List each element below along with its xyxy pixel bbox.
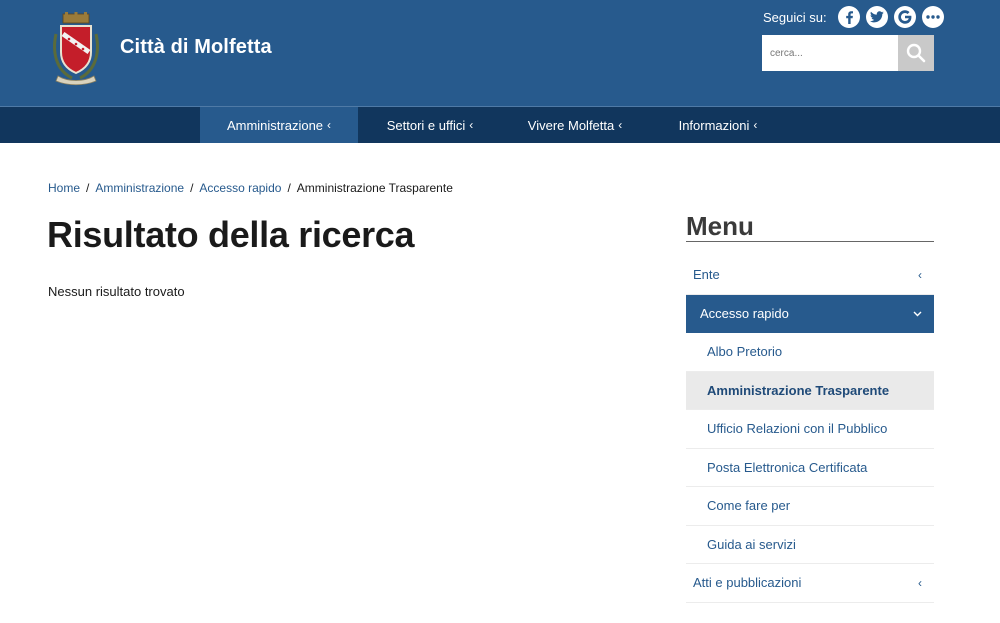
chevron-left-icon: ‹ xyxy=(918,267,922,282)
facebook-icon[interactable] xyxy=(837,6,860,28)
sidebar-item-urp[interactable]: Ufficio Relazioni con il Pubblico xyxy=(686,410,934,449)
sidebar-menu: Ente ‹ Accesso rapido Albo Pretorio Ammi… xyxy=(686,256,934,603)
sidebar-item-label: Ufficio Relazioni con il Pubblico xyxy=(707,421,888,437)
breadcrumb-amministrazione[interactable]: Amministrazione xyxy=(95,181,184,195)
sidebar-item-label: Amministrazione Trasparente xyxy=(707,382,890,398)
sidebar-item-accesso-rapido[interactable]: Accesso rapido xyxy=(686,294,934,333)
nav-item-label: Amministrazione xyxy=(226,117,324,133)
chevron-down-icon xyxy=(913,311,922,317)
social-label: Seguici su: xyxy=(763,9,827,25)
social-links: Seguici su: xyxy=(763,6,944,28)
sidebar-item-label: Albo Pretorio xyxy=(707,344,783,360)
main-nav: Amministrazione ‹ Settori e uffici ‹ Viver… xyxy=(0,106,1000,143)
nav-item-vivere-molfetta[interactable]: Vivere Molfetta ‹ xyxy=(514,107,636,143)
nav-item-label: Settori e uffici xyxy=(386,117,466,133)
nav-item-settori-uffici[interactable]: Settori e uffici ‹ xyxy=(372,107,488,143)
chevron-left-icon: ‹ xyxy=(918,575,922,590)
breadcrumb-separator: / xyxy=(86,181,90,195)
sidebar-item-albo-pretorio[interactable]: Albo Pretorio xyxy=(686,333,934,372)
sidebar-item-label: Accesso rapido xyxy=(700,306,789,322)
breadcrumb: Home / Amministrazione / Accesso rapido … xyxy=(48,181,453,195)
sidebar-item-ente[interactable]: Ente ‹ xyxy=(686,256,934,295)
google-icon[interactable] xyxy=(893,6,916,28)
twitter-icon[interactable] xyxy=(865,6,888,28)
search-input[interactable] xyxy=(762,35,898,71)
chevron-left-icon: ‹ xyxy=(618,118,623,132)
chevron-left-icon: ‹ xyxy=(753,118,758,132)
city-crest-icon[interactable] xyxy=(50,12,102,86)
search-icon xyxy=(906,43,926,63)
search-box xyxy=(762,35,934,71)
sidebar-menu-title: Menu xyxy=(686,211,934,242)
sidebar-item-pec[interactable]: Posta Elettronica Certificata xyxy=(686,449,934,487)
site-header: Città di Molfetta Seguici su: xyxy=(0,0,1000,107)
breadcrumb-separator: / xyxy=(287,181,291,195)
breadcrumb-current: Amministrazione Trasparente xyxy=(296,181,453,195)
sidebar-item-guida-servizi[interactable]: Guida ai servizi xyxy=(686,526,934,564)
nav-item-label: Vivere Molfetta xyxy=(527,117,615,133)
search-button[interactable] xyxy=(898,35,934,71)
breadcrumb-accesso-rapido[interactable]: Accesso rapido xyxy=(199,181,281,195)
more-icon[interactable] xyxy=(921,6,944,28)
breadcrumb-home[interactable]: Home xyxy=(48,181,80,195)
no-results-message: Nessun risultato trovato xyxy=(48,284,185,299)
breadcrumb-separator: / xyxy=(190,181,194,195)
sidebar-item-label: Atti e pubblicazioni xyxy=(693,575,802,591)
sidebar-item-label: Posta Elettronica Certificata xyxy=(707,459,868,475)
sidebar-item-label: Guida ai servizi xyxy=(707,536,796,552)
nav-item-informazioni[interactable]: Informazioni ‹ xyxy=(662,107,774,143)
sidebar-item-amministrazione-trasparente[interactable]: Amministrazione Trasparente xyxy=(686,371,934,410)
nav-item-label: Informazioni xyxy=(678,117,750,133)
sidebar-item-label: Come fare per xyxy=(707,498,791,514)
sidebar-item-label: Ente xyxy=(693,267,720,283)
nav-item-amministrazione[interactable]: Amministrazione ‹ xyxy=(200,107,358,143)
site-title[interactable]: Città di Molfetta xyxy=(120,36,272,59)
chevron-left-icon: ‹ xyxy=(327,118,332,132)
sidebar-item-come-fare-per[interactable]: Come fare per xyxy=(686,487,934,526)
page-title: Risultato della ricerca xyxy=(47,214,415,255)
chevron-left-icon: ‹ xyxy=(469,118,474,132)
sidebar-item-atti-pubblicazioni[interactable]: Atti e pubblicazioni ‹ xyxy=(686,564,934,603)
